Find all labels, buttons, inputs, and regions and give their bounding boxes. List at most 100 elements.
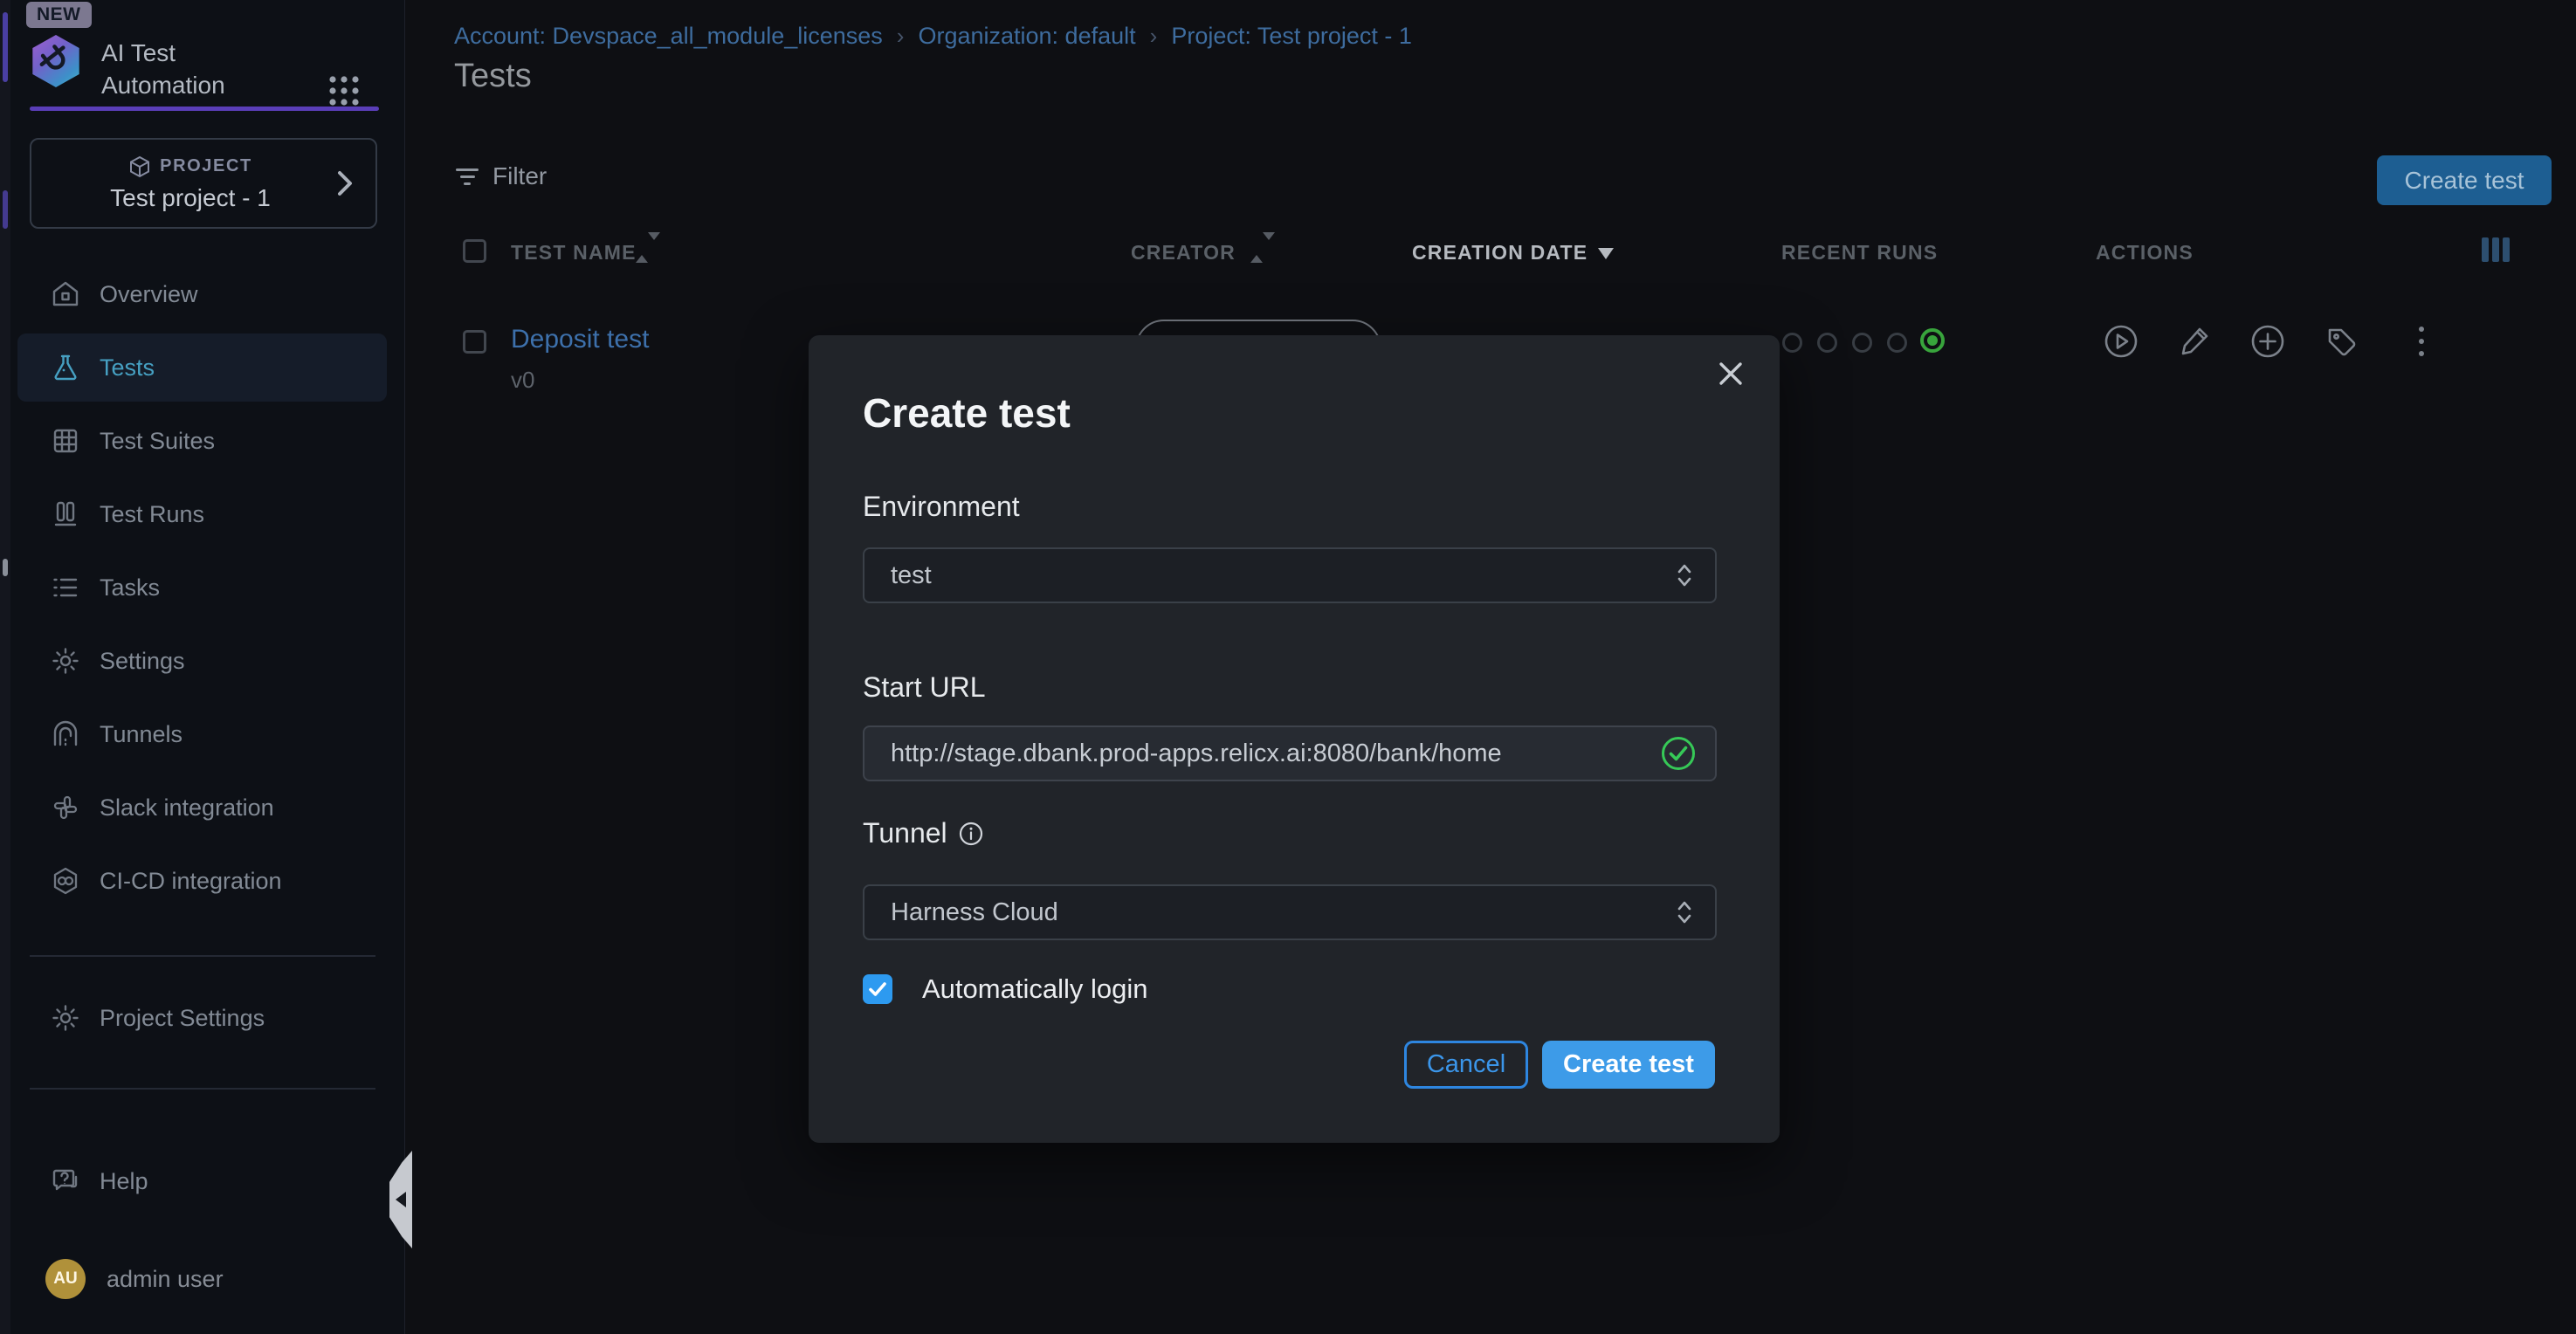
- start-url-value: http://stage.dbank.prod-apps.relicx.ai:8…: [891, 739, 1502, 768]
- user-menu[interactable]: AU admin user: [45, 1259, 224, 1299]
- cube-icon: [128, 155, 151, 178]
- columns-run-icon: [51, 499, 80, 529]
- tunnel-label: Tunnel: [863, 817, 947, 849]
- column-header-test-name[interactable]: TEST NAME: [511, 241, 637, 265]
- column-header-recent-runs: RECENT RUNS: [1781, 241, 1938, 265]
- task-list-icon: [51, 573, 80, 602]
- select-all-checkbox[interactable]: [463, 239, 486, 263]
- sidebar-item-label: CI-CD integration: [100, 868, 282, 895]
- gear-icon: [51, 1003, 80, 1033]
- sidebar: NEW AI Test Automation PROJECT: [0, 0, 405, 1334]
- auto-login-row: Automatically login: [863, 973, 1147, 1005]
- sidebar-item-test-suites[interactable]: Test Suites: [17, 407, 387, 475]
- project-name: Test project - 1: [110, 184, 271, 212]
- environment-select[interactable]: test: [863, 547, 1717, 603]
- new-badge: NEW: [26, 2, 92, 28]
- add-to-suite-icon[interactable]: [2249, 323, 2286, 360]
- cancel-button[interactable]: Cancel: [1404, 1041, 1528, 1089]
- app-window: NEW AI Test Automation PROJECT: [0, 0, 2576, 1334]
- sidebar-item-tasks[interactable]: Tasks: [17, 554, 387, 622]
- sidebar-item-overview[interactable]: Overview: [17, 260, 387, 328]
- sidebar-item-settings[interactable]: Settings: [17, 627, 387, 695]
- auto-login-label: Automatically login: [922, 973, 1147, 1005]
- start-url-label: Start URL: [863, 671, 985, 704]
- chevron-right-icon: [335, 168, 355, 198]
- breadcrumb-separator: ›: [897, 23, 905, 50]
- breadcrumb: Account: Devspace_all_module_licenses › …: [454, 23, 1412, 50]
- sidebar-item-tunnels[interactable]: Tunnels: [17, 700, 387, 768]
- more-actions-icon[interactable]: [2419, 327, 2424, 356]
- run-status-dot[interactable]: [1852, 333, 1872, 353]
- app-title: AI Test Automation: [101, 37, 225, 101]
- environment-label: Environment: [863, 491, 1020, 523]
- rail-accent: [3, 12, 8, 82]
- test-name-link[interactable]: Deposit test: [511, 325, 649, 354]
- run-status-dot-passed[interactable]: [1920, 328, 1945, 353]
- column-settings-icon[interactable]: [2482, 237, 2510, 262]
- sidebar-nav: Overview Tests Test Suites Test Runs: [17, 260, 387, 920]
- modal-create-test-button[interactable]: Create test: [1542, 1041, 1715, 1089]
- valid-check-icon: [1659, 734, 1698, 773]
- edit-icon[interactable]: [2176, 323, 2213, 360]
- sidebar-item-tests[interactable]: Tests: [17, 334, 387, 402]
- tag-icon[interactable]: [2323, 323, 2359, 360]
- auto-login-checkbox[interactable]: [863, 974, 892, 1004]
- filter-button[interactable]: Filter: [456, 162, 547, 190]
- column-header-creator[interactable]: CREATOR: [1131, 241, 1236, 265]
- info-icon[interactable]: [958, 821, 984, 847]
- column-header-creation-date[interactable]: CREATION DATE: [1412, 241, 1588, 265]
- breadcrumb-separator: ›: [1150, 23, 1158, 50]
- tunnel-icon: [51, 719, 80, 749]
- sidebar-item-label: Project Settings: [100, 1005, 265, 1032]
- environment-value: test: [891, 561, 932, 590]
- home-icon: [51, 279, 80, 309]
- sidebar-item-slack-integration[interactable]: Slack integration: [17, 774, 387, 842]
- sidebar-item-project-settings[interactable]: Project Settings: [17, 984, 387, 1052]
- check-icon: [866, 978, 889, 1000]
- row-checkbox[interactable]: [463, 330, 486, 354]
- app-title-line2: Automation: [101, 69, 225, 101]
- run-status-dot[interactable]: [1782, 333, 1802, 353]
- sidebar-item-label: Tunnels: [100, 721, 183, 748]
- start-url-input[interactable]: http://stage.dbank.prod-apps.relicx.ai:8…: [863, 725, 1717, 781]
- create-test-button[interactable]: Create test: [2377, 155, 2552, 205]
- sidebar-item-label: Help: [100, 1168, 148, 1195]
- project-selector[interactable]: PROJECT Test project - 1: [30, 138, 377, 229]
- close-icon[interactable]: [1713, 356, 1748, 391]
- run-status-dot[interactable]: [1887, 333, 1907, 353]
- sidebar-item-help[interactable]: Help: [17, 1147, 387, 1215]
- modal-title: Create test: [863, 389, 1071, 437]
- app-grid-icon[interactable]: [327, 73, 362, 108]
- module-rail[interactable]: [0, 0, 10, 1334]
- filter-label: Filter: [492, 162, 547, 190]
- breadcrumb-account-link[interactable]: Account: Devspace_all_module_licenses: [454, 23, 883, 50]
- select-chevrons-icon: [1675, 899, 1694, 925]
- run-test-icon[interactable]: [2103, 323, 2139, 360]
- cicd-icon: [51, 866, 80, 896]
- help-chat-icon: [51, 1166, 80, 1196]
- rail-accent: [3, 559, 8, 576]
- sidebar-item-label: Slack integration: [100, 794, 274, 822]
- user-name: admin user: [107, 1266, 224, 1293]
- sidebar-item-label: Overview: [100, 281, 198, 308]
- sidebar-item-label: Tasks: [100, 574, 160, 602]
- sidebar-item-test-runs[interactable]: Test Runs: [17, 480, 387, 548]
- slack-icon: [51, 793, 80, 822]
- flask-icon: [51, 353, 80, 382]
- run-status-dot[interactable]: [1817, 333, 1837, 353]
- sidebar-divider: [30, 955, 375, 957]
- rail-accent: [3, 190, 8, 229]
- grid-table-icon: [51, 426, 80, 456]
- breadcrumb-project-link[interactable]: Project: Test project - 1: [1171, 23, 1412, 50]
- column-header-actions: ACTIONS: [2096, 241, 2194, 265]
- sort-desc-icon: [1598, 248, 1614, 259]
- tunnel-value: Harness Cloud: [891, 898, 1058, 927]
- filter-icon: [456, 164, 479, 189]
- sidebar-item-cicd-integration[interactable]: CI-CD integration: [17, 847, 387, 915]
- page-title: Tests: [454, 58, 532, 95]
- sidebar-item-label: Test Suites: [100, 428, 215, 455]
- tunnel-select[interactable]: Harness Cloud: [863, 884, 1717, 940]
- test-version: v0: [511, 367, 534, 394]
- sidebar-divider: [30, 1088, 375, 1090]
- breadcrumb-org-link[interactable]: Organization: default: [918, 23, 1135, 50]
